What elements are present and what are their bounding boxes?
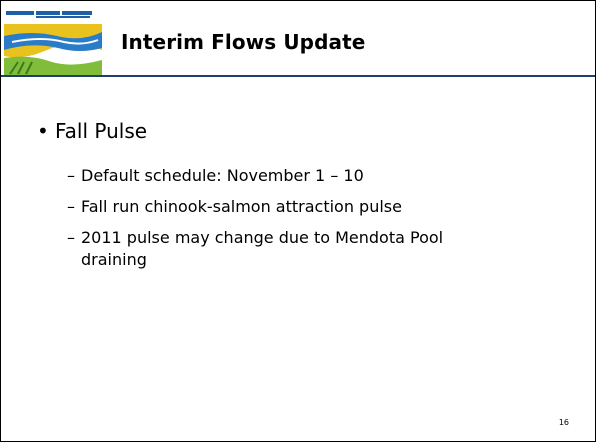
subitem-default-schedule: – Default schedule: November 1 – 10 (67, 165, 364, 187)
subitem-mendota-pool: –2011 pulse may change due to Mendota Po… (67, 227, 443, 271)
subitem-continuation: draining (81, 250, 147, 269)
bullet-item: • Fall Pulse (37, 119, 147, 143)
subitem-label: 2011 pulse may change due to Mendota Poo… (81, 228, 444, 247)
dash-icon: – (67, 166, 75, 185)
slide: Interim Flows Update • Fall Pulse – Defaul… (0, 0, 596, 442)
bullet-label: Fall Pulse (55, 119, 148, 143)
subitem-attraction-pulse: – Fall run chinook-salmon attraction puls… (67, 196, 402, 218)
dash-icon: – (67, 197, 75, 216)
page-number: 16 (558, 418, 569, 427)
bullet-dot-icon: • (37, 119, 49, 143)
slide-body: • Fall Pulse – Default schedule: November … (1, 1, 595, 441)
subitem-label: Default schedule: November 1 – 10 (81, 166, 364, 185)
subitem-label: Fall run chinook-salmon attraction pulse (81, 197, 402, 216)
dash-icon: – (67, 228, 75, 247)
